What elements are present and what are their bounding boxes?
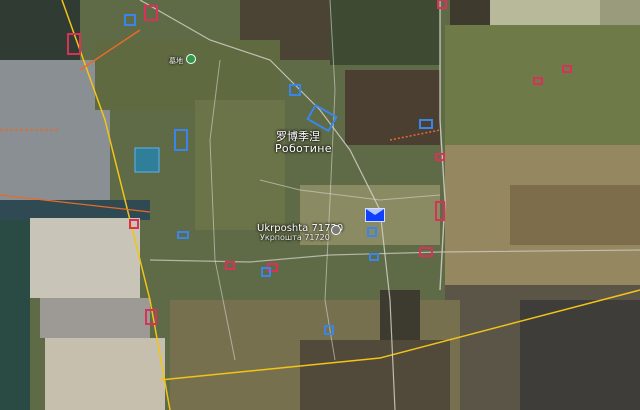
selected-marker-icon[interactable] [365, 208, 385, 222]
post-office-sublabel: Укрпошта 71720 [260, 233, 330, 242]
town-label-cyrillic: Роботине [275, 142, 332, 155]
post-office-icon[interactable] [331, 225, 341, 235]
satellite-map[interactable]: 墓地 罗博季涅 Роботине Ukrposhta 71720 Укрпошт… [0, 0, 640, 410]
map-imagery [0, 0, 640, 410]
cemetery-label: 墓地 [169, 57, 183, 65]
park-icon[interactable] [186, 54, 196, 64]
